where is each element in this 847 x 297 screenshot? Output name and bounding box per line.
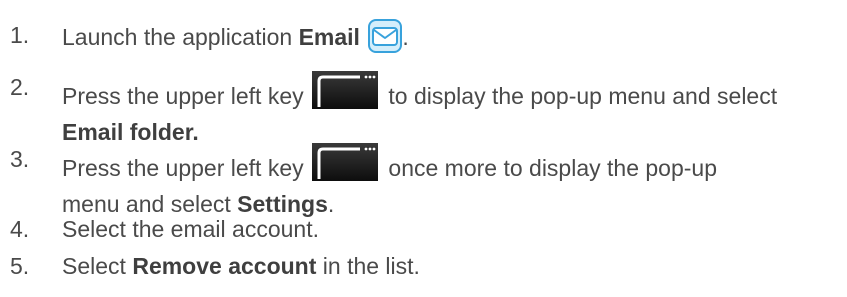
step-punctuation: . [402, 24, 409, 50]
step-text: Select the email account. [62, 216, 319, 242]
step-number: 3. [10, 146, 30, 172]
step-5: 5. Select Remove account in the list. [0, 250, 420, 282]
upper-left-key-icon [312, 143, 379, 181]
remove-account-label: Remove account [132, 253, 317, 279]
step-line: Press the upper left key once more to di… [62, 143, 717, 184]
step-number: 2. [10, 74, 30, 100]
step-punctuation: . [327, 191, 335, 217]
step-number: 1. [10, 22, 30, 48]
step-text: in the list. [316, 253, 420, 279]
upper-left-key-icon [312, 71, 379, 109]
email-app-name: Email [298, 24, 360, 50]
step-text: Launch the application [62, 24, 299, 50]
email-app-icon [368, 19, 403, 53]
step-text: once more to display the pop-up [388, 155, 717, 181]
step-4: 4. Select the email account. [0, 213, 319, 245]
step-2: 2. Press the upper left key to display t… [0, 71, 777, 148]
step-text: to display the pop-up menu and select [388, 83, 778, 109]
step-text: Select [62, 253, 133, 279]
step-number: 4. [10, 216, 30, 242]
step-text: Press the upper left key [62, 83, 304, 109]
step-text: Press the upper left key [62, 155, 304, 181]
step-line: Press the upper left key to display the … [62, 71, 777, 112]
step-3: 3. Press the upper left key once more to… [0, 143, 717, 220]
step-number: 5. [10, 253, 30, 279]
step-1: 1. Launch the application Email . [0, 19, 409, 53]
